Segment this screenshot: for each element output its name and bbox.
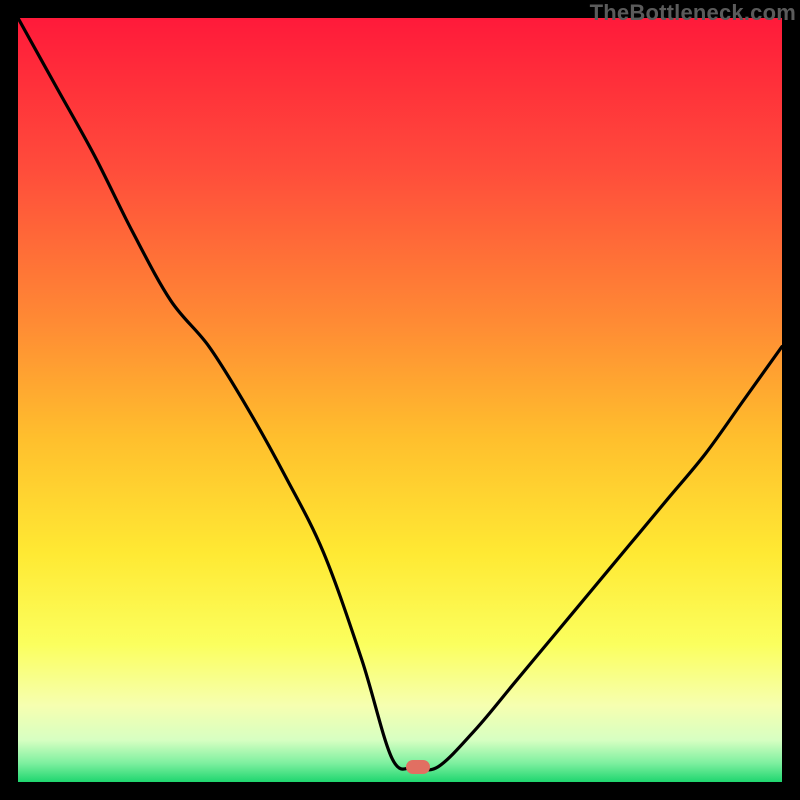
bottleneck-curve [18, 18, 782, 782]
current-point-marker [406, 760, 430, 774]
plot-area [18, 18, 782, 782]
chart-stage: TheBottleneck.com [0, 0, 800, 800]
watermark-label: TheBottleneck.com [590, 0, 796, 26]
